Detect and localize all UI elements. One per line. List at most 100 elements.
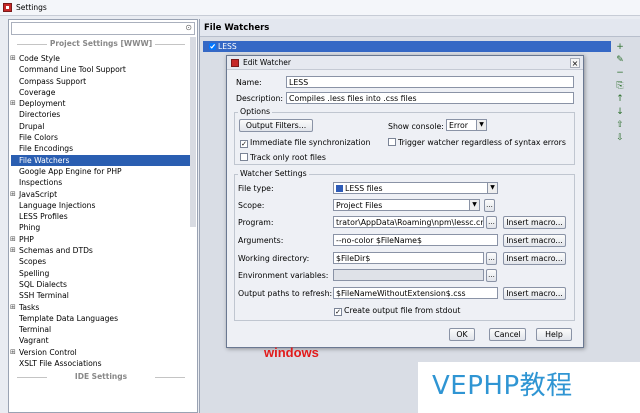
watcher-row-less[interactable]: LESS xyxy=(203,41,611,52)
tree-item-ssh-terminal[interactable]: SSH Terminal xyxy=(11,290,195,301)
tree-item-less-profiles[interactable]: LESS Profiles xyxy=(11,211,195,222)
env-vars-browse-button[interactable]: ... xyxy=(486,269,497,282)
tree-scrollbar[interactable] xyxy=(190,37,196,227)
export-icon[interactable]: ⇩ xyxy=(614,132,626,145)
settings-tree-panel: ⊙ Project Settings [WWW] Code StyleComma… xyxy=(8,19,198,413)
trigger-regardless-checkbox[interactable]: Trigger watcher regardless of syntax err… xyxy=(388,138,566,147)
output-filters-button[interactable]: Output Filters... xyxy=(239,119,313,132)
tree-item-deployment[interactable]: Deployment xyxy=(10,98,195,110)
tree-item-drupal[interactable]: Drupal xyxy=(11,121,195,132)
tree-item-template-data-languages[interactable]: Template Data Languages xyxy=(11,313,195,324)
tree-item-file-watchers[interactable]: File Watchers xyxy=(11,154,195,166)
copy-icon[interactable]: ⎘ xyxy=(614,80,626,93)
tree-item-google-app-engine-for-php[interactable]: Google App Engine for PHP xyxy=(11,166,195,177)
arguments-field[interactable]: --no-color $FileName$ xyxy=(333,234,498,246)
tree-item-terminal[interactable]: Terminal xyxy=(11,324,195,335)
cancel-button[interactable]: Cancel xyxy=(489,328,526,341)
ok-button[interactable]: OK xyxy=(449,328,475,341)
program-insert-macro-button[interactable]: Insert macro... xyxy=(503,216,566,229)
file-type-label: File type: xyxy=(238,184,274,193)
watcher-settings-legend: Watcher Settings xyxy=(238,169,309,178)
show-console-label: Show console: xyxy=(388,122,444,131)
move-down-icon[interactable]: ↓ xyxy=(614,106,626,119)
tree-item-javascript[interactable]: JavaScript xyxy=(10,189,195,201)
tree-item-schemas-and-dtds[interactable]: Schemas and DTDs xyxy=(10,245,195,257)
checkbox-checked-icon: ✓ xyxy=(240,140,248,148)
dialog-titlebar: Edit Watcher × xyxy=(227,56,583,70)
name-field[interactable]: LESS xyxy=(286,76,574,88)
watcher-name: LESS xyxy=(218,42,237,51)
tree-item-scopes[interactable]: Scopes xyxy=(11,256,195,267)
tree-item-file-encodings[interactable]: File Encodings xyxy=(11,143,195,154)
window-titlebar: Settings xyxy=(0,0,640,16)
tree-item-vagrant[interactable]: Vagrant xyxy=(11,335,195,346)
show-console-select[interactable]: Error ▼ xyxy=(446,119,487,131)
tree-item-compass-support[interactable]: Compass Support xyxy=(11,76,195,87)
program-browse-button[interactable]: ... xyxy=(486,216,497,229)
scope-browse-button[interactable]: ... xyxy=(484,199,495,212)
watermark-text: VEPHP教程 xyxy=(432,371,573,401)
options-legend: Options xyxy=(238,107,273,116)
program-field[interactable]: trator\AppData\Roaming\npm\lessc.cmd xyxy=(333,216,484,228)
working-dir-field[interactable]: $FileDir$ xyxy=(333,252,484,264)
tree-item-version-control[interactable]: Version Control xyxy=(10,347,195,359)
create-output-checkbox[interactable]: ✓ Create output file from stdout xyxy=(334,306,460,316)
checkbox-checked-icon: ✓ xyxy=(334,308,342,316)
edit-icon[interactable]: ✎ xyxy=(614,54,626,67)
arguments-insert-macro-button[interactable]: Insert macro... xyxy=(503,234,566,247)
chevron-down-icon: ▼ xyxy=(469,200,479,210)
env-vars-field[interactable] xyxy=(333,269,484,281)
project-settings-header: Project Settings [WWW] xyxy=(13,39,189,48)
clear-search-icon[interactable]: ⊙ xyxy=(185,23,192,32)
dialog-app-icon xyxy=(231,59,239,67)
tree-item-code-style[interactable]: Code Style xyxy=(10,53,195,65)
scope-value: Project Files xyxy=(336,201,383,210)
track-root-label: Track only root files xyxy=(250,153,326,162)
program-label: Program: xyxy=(238,218,274,227)
tree-item-coverage[interactable]: Coverage xyxy=(11,87,195,98)
name-label: Name: xyxy=(236,78,262,87)
checkbox-unchecked-icon xyxy=(388,138,396,146)
tree-item-tasks[interactable]: Tasks xyxy=(10,302,195,314)
dialog-title: Edit Watcher xyxy=(243,58,291,67)
scope-select[interactable]: Project Files ▼ xyxy=(333,199,480,211)
show-console-value: Error xyxy=(449,121,469,130)
windows-annotation: windows xyxy=(264,345,319,360)
file-type-value: LESS files xyxy=(345,184,383,193)
close-icon[interactable]: × xyxy=(570,58,580,68)
immediate-sync-checkbox[interactable]: ✓ Immediate file synchronization xyxy=(240,138,370,148)
import-icon[interactable]: ⇧ xyxy=(614,119,626,132)
working-dir-label: Working directory: xyxy=(238,254,310,263)
tree-item-directories[interactable]: Directories xyxy=(11,109,195,120)
watcher-enabled-checkbox[interactable] xyxy=(209,43,216,50)
trigger-regardless-label: Trigger watcher regardless of syntax err… xyxy=(398,138,566,147)
track-root-checkbox[interactable]: Track only root files xyxy=(240,153,326,162)
help-button[interactable]: Help xyxy=(536,328,572,341)
working-dir-insert-macro-button[interactable]: Insert macro... xyxy=(503,252,566,265)
tree-item-phing[interactable]: Phing xyxy=(11,222,195,233)
remove-icon[interactable]: − xyxy=(614,67,626,80)
tree-item-xslt-file-associations[interactable]: XSLT File Associations xyxy=(11,358,195,369)
working-dir-browse-button[interactable]: ... xyxy=(486,252,497,265)
move-up-icon[interactable]: ↑ xyxy=(614,93,626,106)
ide-settings-header: IDE Settings xyxy=(13,372,189,381)
tree-item-sql-dialects[interactable]: SQL Dialects xyxy=(11,279,195,290)
description-label: Description: xyxy=(236,94,284,103)
file-type-select[interactable]: LESS files ▼ xyxy=(333,182,498,194)
edit-watcher-dialog: Edit Watcher × Name: LESS Description: C… xyxy=(226,55,584,348)
add-icon[interactable]: + xyxy=(614,41,626,54)
description-field[interactable]: Compiles .less files into .css files xyxy=(286,92,574,104)
settings-search-input[interactable]: ⊙ xyxy=(11,22,195,35)
tree-item-command-line-tool-support[interactable]: Command Line Tool Support xyxy=(11,64,195,75)
output-paths-insert-macro-button[interactable]: Insert macro... xyxy=(503,287,566,300)
tree-item-language-injections[interactable]: Language Injections xyxy=(11,200,195,211)
chevron-down-icon: ▼ xyxy=(476,120,486,130)
window-title: Settings xyxy=(16,3,47,12)
output-paths-label: Output paths to refresh: xyxy=(238,289,333,298)
tree-item-file-colors[interactable]: File Colors xyxy=(11,132,195,143)
tree-item-spelling[interactable]: Spelling xyxy=(11,268,195,279)
watcher-toolbar: + ✎ − ⎘ ↑ ↓ ⇧ ⇩ xyxy=(614,41,626,145)
tree-item-php[interactable]: PHP xyxy=(10,234,195,246)
output-paths-field[interactable]: $FileNameWithoutExtension$.css xyxy=(333,287,498,299)
tree-item-inspections[interactable]: Inspections xyxy=(11,177,195,188)
